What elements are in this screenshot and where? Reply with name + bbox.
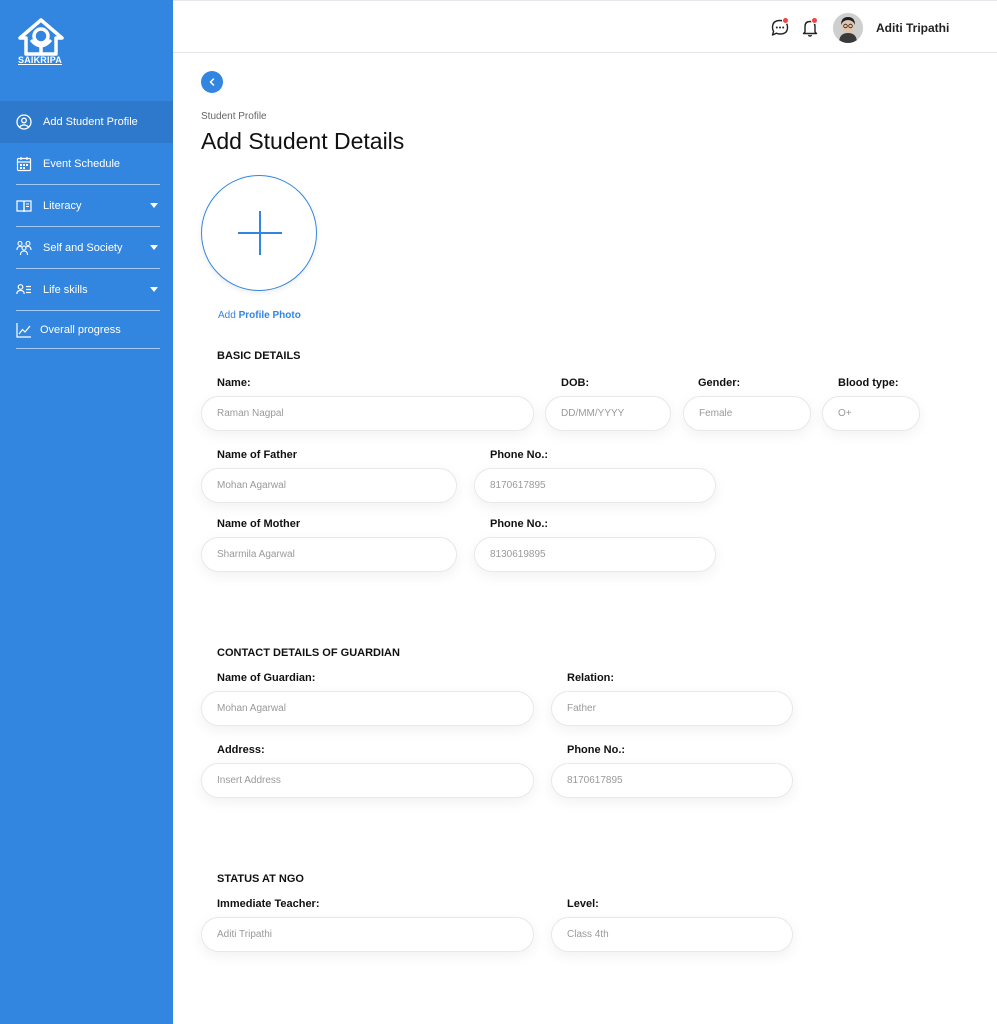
chevron-down-icon[interactable] xyxy=(150,287,158,292)
address-label: Address: xyxy=(217,744,265,756)
chat-icon[interactable] xyxy=(770,17,790,38)
relation-label: Relation: xyxy=(567,672,615,684)
avatar[interactable] xyxy=(833,13,863,43)
add-profile-photo-link[interactable]: Add Profile Photo xyxy=(218,310,301,321)
name-field[interactable] xyxy=(201,396,534,431)
group-icon xyxy=(16,240,32,256)
father-phone-field[interactable] xyxy=(474,468,716,503)
sidebar-item-self-and-society[interactable]: Self and Society xyxy=(0,227,173,269)
sidebar-item-label: Life skills xyxy=(43,284,88,296)
father-phone-label: Phone No.: xyxy=(490,449,549,461)
calendar-icon xyxy=(16,156,32,172)
add-profile-photo-button[interactable] xyxy=(201,175,317,291)
dob-field[interactable] xyxy=(545,396,671,431)
sidebar-item-label: Overall progress xyxy=(40,324,121,336)
gender-field[interactable] xyxy=(683,396,811,431)
user-circle-icon xyxy=(16,114,32,130)
teacher-label: Immediate Teacher: xyxy=(217,898,320,910)
mother-name-label: Name of Mother xyxy=(217,518,301,530)
user-list-icon xyxy=(16,282,32,298)
name-label: Name: xyxy=(217,377,251,389)
chevron-down-icon[interactable] xyxy=(150,245,158,250)
gender-label: Gender: xyxy=(698,377,741,389)
sidebar-item-label: Literacy xyxy=(43,200,82,212)
logo-text: SAIKRIPA xyxy=(18,55,62,65)
basic-details-heading: BASIC DETAILS xyxy=(217,350,301,362)
mother-name-field[interactable] xyxy=(201,537,457,572)
sidebar-item-label: Self and Society xyxy=(43,242,123,254)
guardian-details-heading: CONTACT DETAILS OF GUARDIAN xyxy=(217,647,400,659)
level-label: Level: xyxy=(567,898,599,910)
bell-icon[interactable] xyxy=(800,17,820,38)
sidebar-item-overall-progress[interactable]: Overall progress xyxy=(0,311,173,349)
guardian-name-label: Name of Guardian: xyxy=(217,672,316,684)
mother-phone-label: Phone No.: xyxy=(490,518,549,530)
father-name-field[interactable] xyxy=(201,468,457,503)
sidebar-item-add-student-profile[interactable]: Add Student Profile xyxy=(0,101,173,143)
chart-line-icon xyxy=(16,322,32,338)
back-button[interactable] xyxy=(201,71,223,93)
page-title: Add Student Details xyxy=(201,128,405,154)
status-heading: STATUS AT NGO xyxy=(217,873,304,885)
chevron-left-icon xyxy=(209,78,215,86)
father-name-label: Name of Father xyxy=(217,449,298,461)
guardian-name-field[interactable] xyxy=(201,691,534,726)
address-field[interactable] xyxy=(201,763,534,798)
guardian-phone-field[interactable] xyxy=(551,763,793,798)
mother-phone-field[interactable] xyxy=(474,537,716,572)
sidebar-nav: Add Student Profile Event Schedule Liter… xyxy=(0,101,173,349)
level-field[interactable] xyxy=(551,917,793,952)
teacher-field[interactable] xyxy=(201,917,534,952)
notification-dot xyxy=(782,17,789,24)
notification-dot xyxy=(811,17,818,24)
sidebar-item-event-schedule[interactable]: Event Schedule xyxy=(0,143,173,185)
breadcrumb: Student Profile xyxy=(201,111,267,122)
top-bar: Aditi Tripathi xyxy=(173,0,997,53)
sidebar-item-literacy[interactable]: Literacy xyxy=(0,185,173,227)
guardian-phone-label: Phone No.: xyxy=(567,744,626,756)
blood-type-field[interactable] xyxy=(822,396,920,431)
user-name[interactable]: Aditi Tripathi xyxy=(876,21,949,35)
blood-type-label: Blood type: xyxy=(838,377,899,389)
book-icon xyxy=(16,198,32,214)
sidebar-item-life-skills[interactable]: Life skills xyxy=(0,269,173,311)
sidebar-item-label: Add Student Profile xyxy=(43,116,138,128)
sidebar: SAIKRIPA Add Student Profile Event Sched… xyxy=(0,0,173,1024)
dob-label: DOB: xyxy=(561,377,590,389)
chevron-down-icon[interactable] xyxy=(150,203,158,208)
relation-field[interactable] xyxy=(551,691,793,726)
sidebar-item-label: Event Schedule xyxy=(43,158,121,170)
